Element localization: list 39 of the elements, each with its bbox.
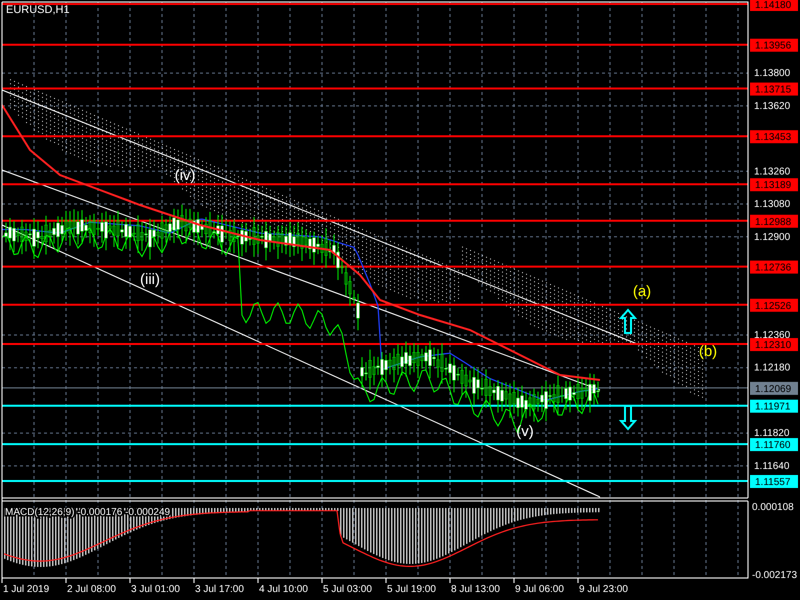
time-axis-label: 3 Jul 01:00 <box>131 584 180 595</box>
wave-label: (a) <box>632 283 652 300</box>
time-axis-label: 8 Jul 13:00 <box>451 584 500 595</box>
price-level-label: 1.13956 <box>755 40 792 52</box>
price-level-label: 1.12988 <box>755 216 792 228</box>
wave-label: (v) <box>516 423 534 440</box>
time-axis-label: 5 Jul 19:00 <box>387 584 436 595</box>
price-axis-label: 1.12180 <box>754 362 790 374</box>
time-axis-label: 4 Jul 10:00 <box>259 584 308 595</box>
price-axis-label: 1.13080 <box>754 199 790 210</box>
wave-label: (iii) <box>140 271 160 288</box>
price-level-label: 1.11760 <box>755 440 790 452</box>
wave-label: (iv) <box>174 167 196 184</box>
time-axis-label: 3 Jul 17:00 <box>195 584 244 595</box>
price-level-label: 1.11971 <box>755 402 790 413</box>
price-level-label: 1.13715 <box>755 84 792 96</box>
chart-symbol-title: EURUSD,H1 <box>6 4 70 16</box>
price-axis-label: 1.13260 <box>754 166 790 178</box>
time-axis-label: 9 Jul 06:00 <box>515 584 564 595</box>
price-level-label: 1.12526 <box>755 300 792 312</box>
price-axis-label: 1.13800 <box>754 68 790 80</box>
price-level-label: 1.14180 <box>755 0 792 11</box>
time-axis-label: 5 Jul 03:00 <box>323 584 372 595</box>
price-level-label: 1.12310 <box>755 340 792 352</box>
time-axis-label: 9 Jul 23:00 <box>579 584 628 595</box>
price-level-label: 1.12736 <box>755 262 792 274</box>
time-axis-label: 1 Jul 2019 <box>3 584 50 595</box>
current-price-label: 1.12069 <box>750 382 798 395</box>
macd-axis-label: 0.000108 <box>752 502 794 513</box>
time-axis-label: 2 Jul 08:00 <box>67 584 116 595</box>
price-level-label: 1.13189 <box>755 180 792 192</box>
price-axis-label: 1.11820 <box>754 428 790 440</box>
price-level-label: 1.13453 <box>755 132 792 144</box>
price-axis-label: 1.12900 <box>754 232 790 243</box>
macd-axis-label: -0.002173 <box>752 570 798 581</box>
price-axis-label: 1.13620 <box>754 100 790 112</box>
price-level-label: 1.11557 <box>755 477 790 488</box>
wave-label: (b) <box>698 343 718 360</box>
price-axis-label: 1.11640 <box>754 460 790 472</box>
